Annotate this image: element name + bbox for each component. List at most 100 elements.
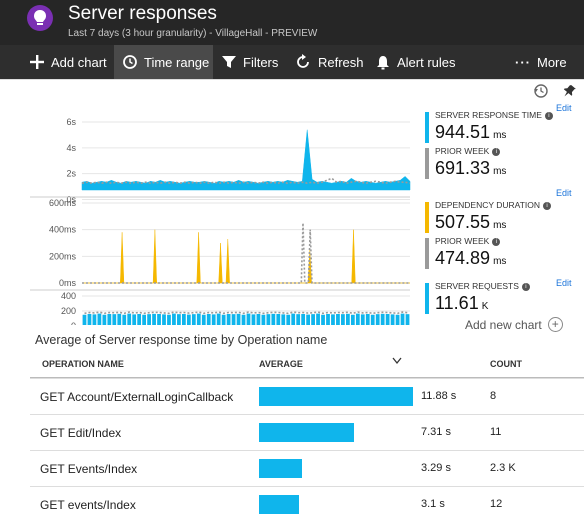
request-bar[interactable] (326, 314, 330, 326)
filter-icon (222, 56, 236, 68)
request-bar[interactable] (82, 314, 87, 326)
request-bar[interactable] (102, 314, 107, 326)
request-bar[interactable] (172, 313, 176, 326)
request-bar[interactable] (276, 314, 281, 326)
info-icon[interactable]: i (521, 283, 530, 291)
add-chart-button[interactable]: Add chart (30, 45, 107, 79)
column-header-average[interactable]: AVERAGE (259, 359, 303, 369)
more-button[interactable]: ··· More (515, 45, 567, 79)
request-bar[interactable] (226, 314, 231, 326)
chart-panel-1[interactable]: 6s4s2s0s (30, 117, 411, 205)
request-bar[interactable] (390, 314, 395, 326)
history-icon[interactable] (533, 83, 549, 99)
request-bar[interactable] (112, 314, 117, 326)
chart-panel-2[interactable]: 600ms 400ms 200ms 0ms (30, 198, 410, 291)
alert-rules-button[interactable]: Alert rules (376, 45, 456, 79)
request-bar[interactable] (117, 313, 122, 326)
edit-link-chart-2[interactable]: Edit (556, 188, 572, 198)
average-bar (259, 423, 354, 442)
chart-panel-3[interactable]: 400 200 0 (30, 291, 410, 334)
series-area[interactable] (81, 129, 411, 191)
request-bar[interactable] (281, 314, 286, 326)
request-bar[interactable] (191, 314, 196, 326)
table-row[interactable]: GET Events/Index 3.29 s 2.3 K (30, 450, 584, 486)
time-range-button[interactable]: Time range (114, 45, 213, 79)
request-bar[interactable] (107, 314, 112, 326)
add-new-chart-link[interactable]: Add new chart + (465, 317, 563, 332)
request-bar[interactable] (395, 314, 400, 326)
request-bar[interactable] (92, 314, 97, 326)
request-bar[interactable] (246, 313, 251, 326)
request-bar[interactable] (157, 314, 161, 326)
request-bar[interactable] (201, 314, 206, 326)
request-bar[interactable] (177, 314, 181, 326)
request-bar[interactable] (306, 314, 311, 326)
request-bar[interactable] (370, 314, 375, 326)
request-bar[interactable] (87, 314, 92, 326)
request-bar[interactable] (345, 313, 350, 326)
info-icon[interactable]: i (492, 148, 501, 156)
column-header-count[interactable]: COUNT (490, 359, 522, 369)
request-bar[interactable] (365, 314, 370, 326)
request-bar[interactable] (236, 313, 241, 326)
column-header-operation[interactable]: OPERATION NAME (42, 359, 124, 369)
request-bar[interactable] (167, 314, 171, 326)
charts-svg[interactable]: 6s4s2s0s600ms400ms200ms0ms4002000 (30, 100, 420, 334)
request-bar[interactable] (385, 314, 390, 326)
request-bar[interactable] (341, 314, 345, 326)
request-bar[interactable] (286, 314, 291, 326)
request-bar[interactable] (137, 314, 142, 326)
sort-chevron-icon[interactable] (392, 357, 402, 365)
refresh-button[interactable]: Refresh (295, 45, 364, 79)
request-bar[interactable] (311, 314, 315, 326)
request-bar[interactable] (206, 314, 211, 326)
info-icon[interactable]: i (492, 238, 501, 246)
request-bar[interactable] (127, 313, 132, 326)
edit-link-chart-3[interactable]: Edit (556, 278, 572, 288)
request-bar[interactable] (132, 314, 137, 326)
request-bar[interactable] (266, 314, 271, 326)
request-bar[interactable] (380, 313, 385, 326)
request-bar[interactable] (321, 314, 325, 326)
request-bar[interactable] (152, 313, 156, 326)
request-bar[interactable] (256, 314, 261, 326)
request-bar[interactable] (211, 314, 216, 326)
request-bar[interactable] (316, 313, 320, 326)
request-bar[interactable] (147, 314, 151, 326)
table-row[interactable]: GET Account/ExternalLoginCallback 11.88 s… (30, 378, 584, 414)
request-bar[interactable] (336, 314, 340, 326)
request-bar[interactable] (405, 314, 410, 326)
request-bar[interactable] (331, 314, 335, 326)
request-bar[interactable] (241, 314, 246, 326)
filters-button[interactable]: Filters (222, 45, 278, 79)
request-bar[interactable] (291, 313, 296, 326)
request-bar[interactable] (196, 313, 201, 326)
request-bar[interactable] (251, 314, 256, 326)
table-row[interactable]: GET events/Index 3.1 s 12 (30, 486, 584, 522)
request-bar[interactable] (355, 313, 360, 326)
info-icon[interactable]: i (544, 112, 553, 120)
request-bar[interactable] (296, 314, 301, 326)
request-bar[interactable] (186, 314, 191, 326)
request-bar[interactable] (400, 313, 405, 326)
request-bar[interactable] (122, 314, 127, 326)
request-bar[interactable] (360, 314, 365, 326)
ellipsis-icon: ··· (515, 54, 531, 70)
request-bar[interactable] (375, 314, 380, 326)
table-row[interactable]: GET Edit/Index 7.31 s 11 (30, 414, 584, 450)
info-icon[interactable]: i (543, 202, 552, 210)
metric-unit: ms (493, 130, 507, 141)
request-bar[interactable] (350, 314, 355, 326)
request-bar[interactable] (231, 314, 236, 326)
request-bar[interactable] (97, 313, 102, 326)
request-bar[interactable] (181, 314, 186, 326)
request-bar[interactable] (142, 314, 147, 326)
request-bar[interactable] (271, 313, 276, 326)
pin-icon[interactable] (562, 84, 576, 99)
request-bar[interactable] (162, 314, 166, 326)
edit-link-chart-1[interactable]: Edit (556, 103, 572, 113)
request-bar[interactable] (301, 314, 306, 326)
request-bar[interactable] (221, 314, 226, 326)
request-bar[interactable] (261, 314, 266, 326)
request-bar[interactable] (216, 313, 221, 326)
